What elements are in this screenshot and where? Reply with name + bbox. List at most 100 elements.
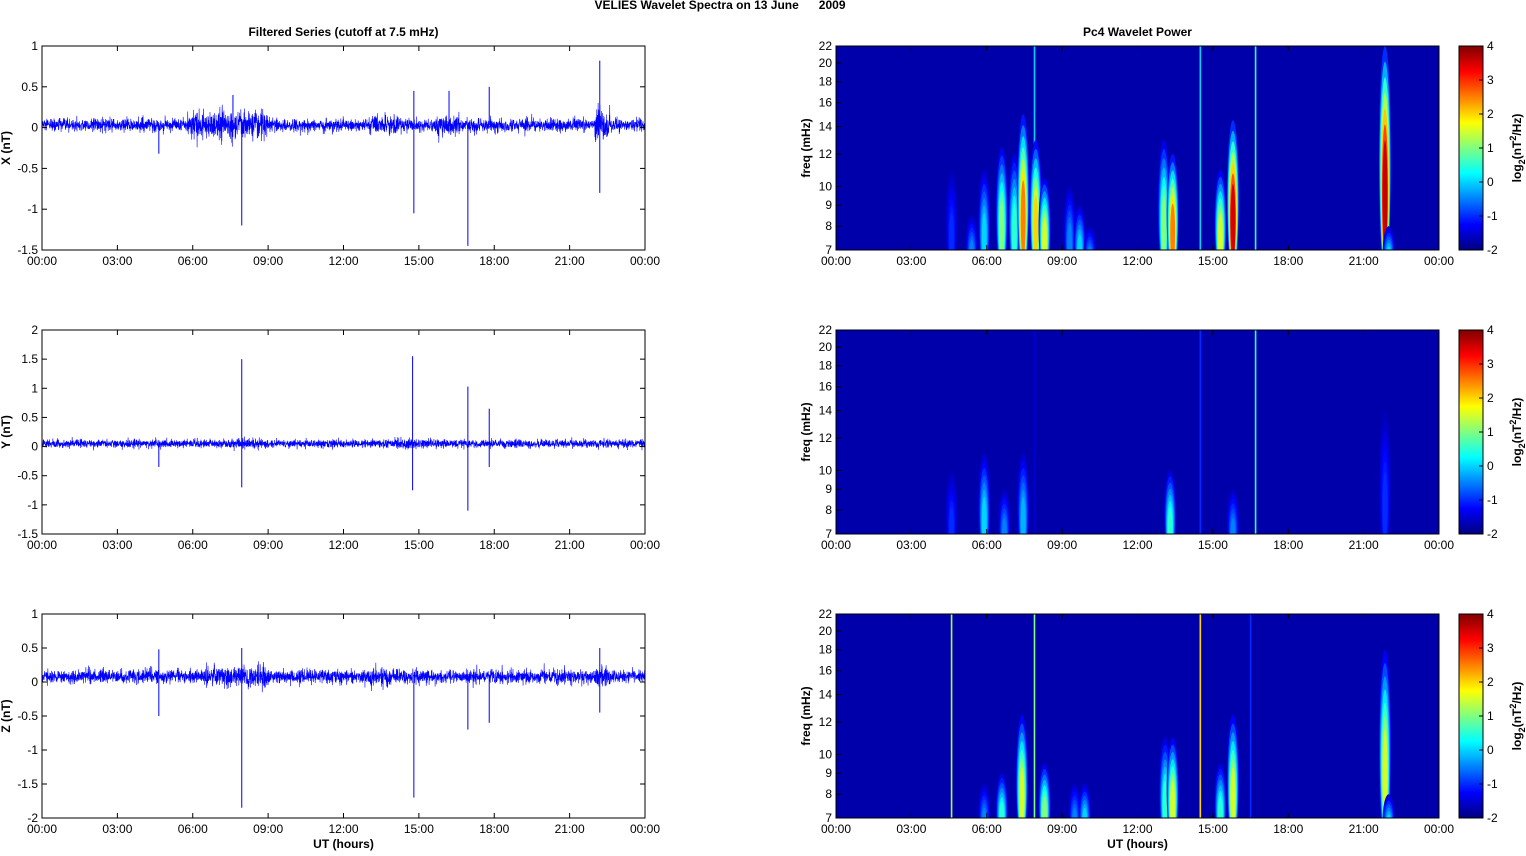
y-tick-label: 12 [819, 431, 833, 445]
x-tick-label: 00:00 [630, 538, 660, 552]
panel-title: Filtered Series (cutoff at 7.5 mHz) [248, 25, 438, 39]
x-tick-label: 21:00 [1349, 538, 1379, 552]
colorbar: 4 3 2 1 0 -1 -2 log2(nT2/Hz) [1458, 39, 1526, 257]
x-tick-label: 21:00 [555, 538, 585, 552]
y-tick-label: -1.5 [17, 777, 38, 791]
x-tick-label: 21:00 [1349, 254, 1379, 268]
y-tick-label: 12 [819, 715, 833, 729]
heatmap-blob [1230, 767, 1236, 818]
colorbar-tick-label: -1 [1487, 209, 1498, 223]
y-tick-label: -0.5 [17, 469, 38, 483]
x-tick-label: 15:00 [1198, 254, 1228, 268]
x-tick-label: 18:00 [1273, 822, 1303, 836]
colorbar-tick-label: -2 [1487, 811, 1498, 825]
panel-title: Pc4 Wavelet Power [1083, 25, 1192, 39]
heatmap-line-mark [950, 614, 953, 818]
y-tick-label: -1 [27, 743, 38, 757]
time-series-panel-Y: 21.510.50-0.5-1-1.5Y (nT)00:00 03:00 06:00… [0, 323, 660, 552]
x-tick-label: 03:00 [896, 538, 926, 552]
x-tick-label: 15:00 [404, 538, 434, 552]
heatmap-blob [1020, 496, 1026, 534]
heatmap-background [836, 614, 1439, 818]
x-tick-label: 03:00 [896, 822, 926, 836]
colorbar-tick-label: -1 [1487, 777, 1498, 791]
colorbar-tick-label: 1 [1487, 709, 1494, 723]
x-tick-label: 09:00 [253, 822, 283, 836]
colorbar-label-part: (nT [1510, 140, 1524, 159]
colorbar-label-part: /Hz) [1510, 398, 1524, 420]
x-tick-label: 21:00 [555, 822, 585, 836]
wavelet-panel-X: 78910121416182022freq (mHz)Pc4 Wavelet P… [799, 25, 1526, 268]
series-line [42, 436, 645, 452]
y-axis-label: Y (nT) [0, 415, 13, 449]
heatmap-line-mark [1254, 46, 1257, 250]
y-tick-label: 2 [31, 323, 38, 337]
y-tick-label: 1 [31, 607, 38, 621]
x-tick-label: 18:00 [479, 822, 509, 836]
figure-title: VELIES Wavelet Spectra on 13 June 2009 [595, 0, 846, 12]
y-tick-label: 20 [819, 340, 833, 354]
y-tick-label: 0.5 [21, 410, 38, 424]
y-tick-label: -1 [27, 202, 38, 216]
time-series-panel-Z: 10.50-0.5-1-1.5-2Z (nT)00:00 03:00 06:00 09… [0, 607, 660, 851]
y-axis-label: Z (nT) [0, 699, 13, 732]
heatmap-blob [1033, 195, 1039, 250]
heatmap-blob [1161, 195, 1167, 250]
x-tick-label: 00:00 [1424, 538, 1454, 552]
y-tick-label: -1 [27, 498, 38, 512]
heatmap-blob [1382, 471, 1388, 534]
y-tick-label: 12 [819, 147, 833, 161]
heatmap-blob [1167, 506, 1173, 534]
heatmap-line-mark [1249, 614, 1252, 818]
x-tick-label: 12:00 [328, 822, 358, 836]
series-line [42, 661, 645, 693]
colorbar-tick-label: 0 [1487, 459, 1494, 473]
colorbar-tick-label: -2 [1487, 527, 1498, 541]
colorbar: 4 3 2 1 0 -1 -2 log2(nT2/Hz) [1458, 607, 1526, 825]
colorbar-label-part: /Hz) [1510, 682, 1524, 704]
x-tick-label: 18:00 [1273, 254, 1303, 268]
y-tick-label: 8 [825, 787, 832, 801]
colorbar-tick-label: 4 [1487, 607, 1494, 621]
x-tick-label: 00:00 [630, 254, 660, 268]
y-tick-label: 16 [819, 96, 833, 110]
plot-frame [41, 45, 646, 251]
heatmap-blob [1019, 767, 1025, 818]
y-tick-label: 1 [31, 381, 38, 395]
x-tick-label: 15:00 [1198, 538, 1228, 552]
x-tick-label: 00:00 [630, 822, 660, 836]
heatmap-background [836, 330, 1439, 534]
heatmap-background [836, 46, 1439, 250]
y-tick-label: 0 [31, 121, 38, 135]
x-tick-label: 12:00 [328, 538, 358, 552]
y-tick-label: 10 [819, 179, 833, 193]
x-axis-label: UT (hours) [1107, 837, 1168, 851]
colorbar: 4 3 2 1 0 -1 -2 log2(nT2/Hz) [1458, 323, 1526, 541]
x-tick-label: 00:00 [27, 538, 57, 552]
colorbar-label-part: (nT [1510, 708, 1524, 727]
colorbar-label-part: (nT [1510, 424, 1524, 443]
heatmap-blob [1170, 203, 1176, 250]
y-tick-label: 0.5 [21, 641, 38, 655]
y-tick-label: 9 [825, 198, 832, 212]
colorbar-label-part: log [1510, 732, 1524, 750]
x-tick-label: 06:00 [178, 822, 208, 836]
y-tick-label: 20 [819, 624, 833, 638]
wavelet-panel-Z: 78910121416182022freq (mHz)00:00 03:00 06:… [799, 607, 1526, 851]
heatmap-line-mark [1033, 330, 1036, 534]
x-tick-label: 06:00 [972, 538, 1002, 552]
y-axis-label: freq (mHz) [799, 686, 813, 745]
x-tick-label: 18:00 [1273, 538, 1303, 552]
colorbar-tick-label: -2 [1487, 243, 1498, 257]
colorbar-tick-label: 2 [1487, 391, 1494, 405]
heatmap-blob [949, 506, 954, 534]
x-tick-label: 03:00 [102, 822, 132, 836]
y-tick-label: 8 [825, 219, 832, 233]
figure: VELIES Wavelet Spectra on 13 June 2009 1… [0, 0, 1526, 851]
x-tick-label: 00:00 [1424, 254, 1454, 268]
heatmap-blob [1001, 517, 1007, 534]
x-tick-label: 21:00 [1349, 822, 1379, 836]
heatmap-line-mark [1199, 330, 1202, 534]
y-tick-label: 0 [31, 440, 38, 454]
wavelet-panel-Y: 78910121416182022freq (mHz)00:00 03:00 06:… [799, 323, 1526, 552]
